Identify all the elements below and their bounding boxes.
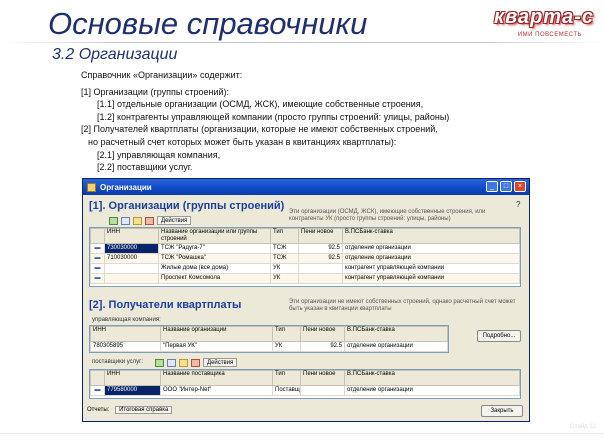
col-marker — [90, 228, 105, 244]
add-icon[interactable] — [109, 216, 118, 225]
edit-icon[interactable] — [179, 358, 188, 367]
organizations-window: Организации _ □ × [1]. Организации (груп… — [82, 178, 530, 422]
logo-tagline: ИМИ ПОВСЕМЕСТЬ — [517, 32, 582, 38]
body-line: [1] Организации (группы строений): — [81, 86, 230, 97]
footer-divider — [0, 433, 604, 434]
body-line: [2.1] управляющая компания, — [97, 149, 221, 160]
copy-icon[interactable] — [167, 358, 176, 367]
col-type[interactable]: Тип — [270, 228, 299, 244]
col-inn[interactable]: ИНН — [104, 370, 161, 386]
table-row[interactable]: ▬ Жилые дома (все дома) УК контрагент уп… — [90, 263, 520, 274]
copy-icon[interactable] — [121, 216, 130, 225]
row-marker-icon: ▬ — [90, 273, 105, 284]
col-name[interactable]: Название организации — [160, 326, 273, 342]
uk-subtitle: управляющая компания: — [92, 317, 161, 323]
organizations-table: ИНН Название организации или группы стро… — [89, 227, 521, 287]
body-line: [2] Получателей квартплаты (организации,… — [81, 124, 438, 135]
table-row[interactable]: ▬ Проспект Комсомола УК контрагент управ… — [90, 273, 520, 284]
suppliers-table: ИНН Название поставщика Тип Пени новое В… — [89, 369, 521, 399]
section2-title: [2]. Получатели квартплаты — [89, 299, 242, 311]
close-button[interactable]: Закрыть — [481, 405, 523, 417]
slide-subtitle: 3.2 Организации — [52, 46, 178, 63]
section1-toolbar: Действия — [109, 216, 192, 225]
help-icon[interactable]: ? — [516, 200, 520, 209]
col-name[interactable]: Название организации или группы строений — [158, 228, 271, 244]
col-bank[interactable]: В.ПСБанк-ставка — [344, 326, 448, 342]
col-peni[interactable]: Пени новое — [298, 228, 343, 244]
window-app-icon — [87, 182, 96, 192]
body-line: но расчетный счет которых может быть ука… — [88, 136, 397, 147]
section1-note: Эти организации (ОСМД, ЖСК), имеющие соб… — [289, 209, 486, 222]
section1-actions-dropdown[interactable]: Действия — [157, 216, 192, 225]
maximize-button[interactable]: □ — [500, 181, 512, 192]
col-peni[interactable]: Пени новое — [300, 370, 345, 386]
section2-note: Эти организации не имеют собственных стр… — [289, 299, 516, 312]
row-marker-icon: ▬ — [90, 263, 105, 274]
section2-toolbar: Действия — [155, 358, 238, 367]
reports-label: Отчеты: — [87, 407, 110, 413]
col-inn[interactable]: ИНН — [104, 228, 159, 244]
row-marker-icon: ▬ — [90, 385, 105, 396]
logo-name: кварта-с — [494, 6, 594, 28]
col-marker — [90, 370, 105, 386]
edit-icon[interactable] — [133, 216, 142, 225]
section1-title: [1]. Организации (группы строений) — [89, 200, 285, 212]
col-bank[interactable]: В.ПСБанк-ставка — [344, 370, 520, 386]
delete-icon[interactable] — [191, 358, 200, 367]
company-logo: кварта-с ИМИ ПОВСЕМЕСТЬ — [486, 6, 594, 40]
management-company-table: ИНН Название организации Тип Пени новое … — [89, 325, 449, 353]
col-inn[interactable]: ИНН — [90, 326, 161, 342]
table-row[interactable]: ▬ 710030000 ТСЖ "Ромашка" ТСЖ 92.5 отдел… — [90, 253, 520, 264]
add-icon[interactable] — [155, 358, 164, 367]
col-name[interactable]: Название поставщика — [160, 370, 273, 386]
col-type[interactable]: Тип — [272, 326, 301, 342]
table-row[interactable]: ▬ 730030000 ТСЖ "Радуга-7" ТСЖ 92.5 отде… — [90, 243, 520, 254]
report-summary-link[interactable]: Итоговая справка — [115, 406, 173, 414]
title-divider — [0, 42, 604, 43]
row-marker-icon: ▬ — [90, 243, 105, 254]
col-peni[interactable]: Пени новое — [300, 326, 345, 342]
slide-body: Справочник «Организации» содержит: [1] О… — [81, 69, 551, 174]
minimize-button[interactable]: _ — [486, 181, 498, 192]
slide-footer: Слайд 12 — [569, 424, 596, 430]
close-window-button[interactable]: × — [514, 181, 526, 192]
table-row[interactable]: ▬ 779580000 ООО "Интер-Net" Поставщ отде… — [90, 385, 520, 396]
suppliers-subtitle: поставщики услуг: — [92, 359, 144, 365]
delete-icon[interactable] — [145, 216, 154, 225]
detail-button[interactable]: Подробно... — [477, 330, 521, 342]
col-type[interactable]: Тип — [272, 370, 301, 386]
reports-bar: Отчеты: Итоговая справка — [87, 406, 173, 414]
col-bank[interactable]: В.ПСБанк-ставка — [342, 228, 520, 244]
table-row[interactable]: 780305895 "Первая УК" УК 92.5 отделение … — [90, 341, 448, 352]
window-title: Организации — [100, 182, 152, 192]
body-line: [1.2] контрагенты управляющей компании (… — [97, 111, 450, 122]
section2-actions-dropdown[interactable]: Действия — [203, 358, 238, 367]
window-titlebar[interactable]: Организации — [83, 179, 529, 195]
slide-title: Основые справочники — [48, 6, 368, 41]
body-line: [1.1] отдельные организации (ОСМД, ЖСК),… — [97, 99, 424, 110]
body-line: [2.2] поставщики услуг. — [97, 162, 193, 173]
row-marker-icon: ▬ — [90, 253, 105, 264]
body-line: Справочник «Организации» содержит: — [81, 70, 243, 80]
